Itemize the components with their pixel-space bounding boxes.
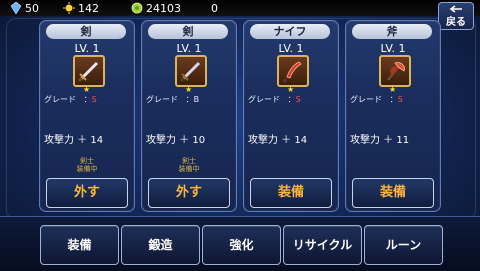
- equipped-by: 剣士: [182, 157, 196, 165]
- star-icon: ★: [389, 85, 397, 94]
- card-level: LV. 1: [278, 42, 304, 55]
- grade-value: S: [295, 95, 301, 104]
- card-level: LV. 1: [176, 42, 202, 55]
- grade-value: S: [397, 95, 403, 104]
- crystal-icon: [10, 2, 22, 14]
- equipped-status: 装備中: [76, 165, 98, 173]
- back-arrow-icon: [449, 4, 462, 13]
- card-level: LV. 1: [380, 42, 406, 55]
- card-attack: 攻撃力 ＋ 14: [248, 135, 308, 146]
- back-label: 戻る: [446, 16, 466, 28]
- equipment-card: 剣 LV. 1 ★ グレード ：S 攻撃力 ＋ 14 剣士 装備中 外す: [39, 20, 135, 212]
- menu-recycle-button[interactable]: リサイクル: [283, 225, 362, 265]
- resource-bar: 50 142 24103 0: [0, 0, 480, 16]
- other-count: 0: [211, 1, 218, 15]
- knife-icon: [277, 55, 309, 87]
- equipment-card: 剣 LV. 1 ★ グレード ：B 攻撃力 ＋ 10 剣士 装備中 外す: [141, 20, 237, 212]
- card-category: 剣: [46, 24, 126, 39]
- card-category: 剣: [148, 24, 228, 39]
- grade-value: B: [193, 95, 200, 104]
- back-button[interactable]: 戻る: [438, 2, 474, 30]
- axe-icon: [379, 55, 411, 87]
- equipped-by: 剣士: [80, 157, 94, 165]
- unequip-button[interactable]: 外す: [46, 178, 128, 208]
- sun-count: 142: [78, 1, 99, 15]
- unequip-button[interactable]: 外す: [148, 178, 230, 208]
- card-equipped-note: 剣士 装備中: [40, 157, 134, 173]
- card-category: ナイフ: [250, 24, 330, 39]
- grade-label: グレード: [44, 95, 76, 104]
- card-grade: グレード ：S: [350, 95, 403, 104]
- card-attack: 攻撃力 ＋ 11: [350, 135, 410, 146]
- star-icon: ★: [185, 85, 193, 94]
- crystal-count: 50: [25, 1, 39, 15]
- card-level: LV. 1: [74, 42, 100, 55]
- sword-icon: [175, 55, 207, 87]
- sun-icon: [63, 2, 75, 14]
- equipped-status: 装備中: [178, 165, 200, 173]
- coin-icon: [131, 2, 143, 14]
- grade-label: グレード: [146, 95, 178, 104]
- card-grade: グレード ：B: [146, 95, 200, 104]
- equip-button[interactable]: 装備: [250, 178, 332, 208]
- card-category: 斧: [352, 24, 432, 39]
- coin-count: 24103: [146, 1, 181, 15]
- card-grade: グレード ：S: [44, 95, 97, 104]
- equip-button[interactable]: 装備: [352, 178, 434, 208]
- menu-forge-button[interactable]: 鍛造: [121, 225, 200, 265]
- sword-icon: [73, 55, 105, 87]
- crystal-resource: 50: [10, 2, 39, 15]
- grade-value: S: [91, 95, 97, 104]
- grade-label: グレード: [248, 95, 280, 104]
- menu-equip-button[interactable]: 装備: [40, 225, 119, 265]
- card-attack: 攻撃力 ＋ 14: [44, 135, 104, 146]
- grade-label: グレード: [350, 95, 382, 104]
- equipment-card: 斧 LV. 1 ★ グレード ：S 攻撃力 ＋ 11 装備: [345, 20, 441, 212]
- sun-resource: 142: [63, 2, 99, 15]
- menu-enhance-button[interactable]: 強化: [202, 225, 281, 265]
- star-icon: ★: [287, 85, 295, 94]
- card-attack: 攻撃力 ＋ 10: [146, 135, 206, 146]
- menu-rune-button[interactable]: ルーン: [364, 225, 443, 265]
- other-resource: 0: [211, 2, 218, 15]
- coin-resource: 24103: [131, 2, 181, 15]
- equipment-card: ナイフ LV. 1 ★ グレード ：S 攻撃力 ＋ 14 装備: [243, 20, 339, 212]
- star-icon: ★: [83, 85, 91, 94]
- card-grade: グレード ：S: [248, 95, 301, 104]
- card-equipped-note: 剣士 装備中: [142, 157, 236, 173]
